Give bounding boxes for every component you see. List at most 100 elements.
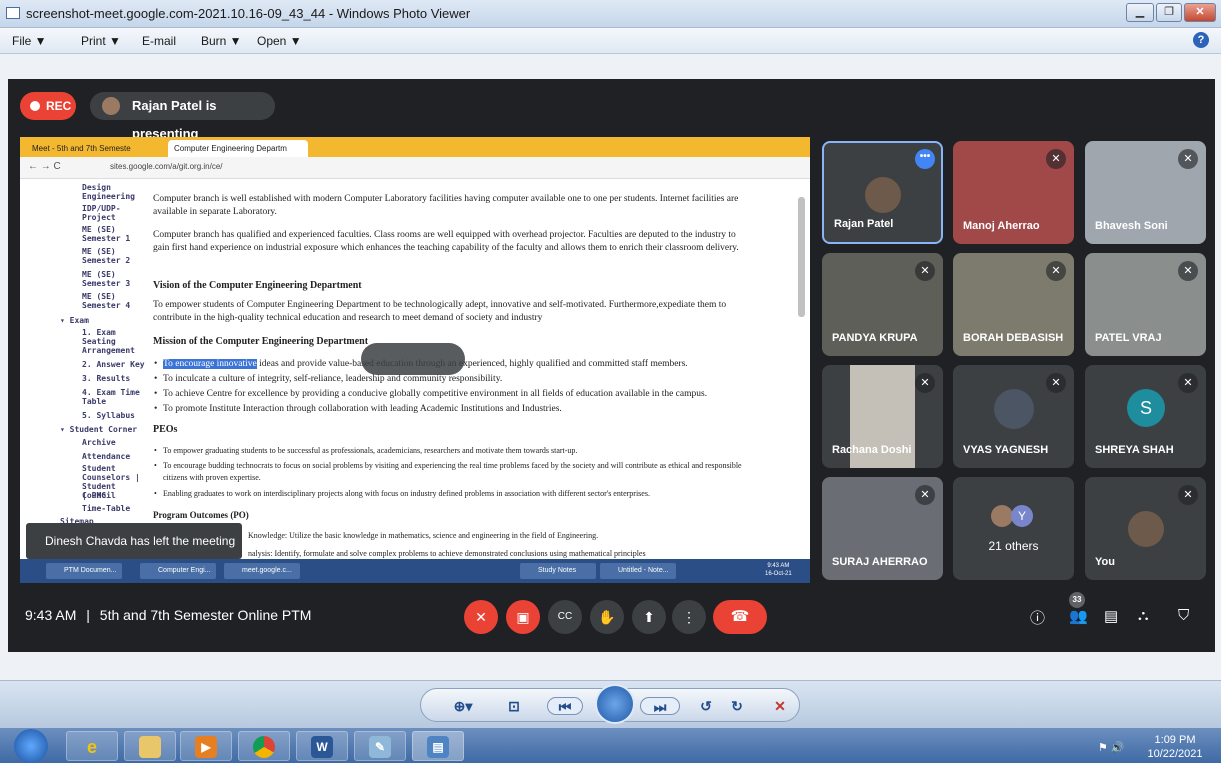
taskbar-media-player[interactable]: ▶ xyxy=(180,731,232,761)
list-item: Enabling graduates to work on interdisci… xyxy=(154,488,753,500)
presentation-overlay-controls[interactable] xyxy=(361,343,465,375)
sidebar-item[interactable]: Table xyxy=(82,397,106,406)
sidebar-item[interactable]: Seating xyxy=(82,337,116,346)
title-bar: screenshot-meet.google.com-2021.10.16-09… xyxy=(0,0,1221,28)
start-button[interactable] xyxy=(14,729,48,763)
sidebar-item[interactable]: Counselors | xyxy=(82,473,140,482)
sidebar-item[interactable]: Semester 1 xyxy=(82,234,130,243)
avatar xyxy=(991,505,1013,527)
participant-tile[interactable]: ••• Rajan Patel xyxy=(822,141,943,244)
sidebar-item[interactable]: Design xyxy=(82,183,111,192)
end-call-button[interactable]: ☎ xyxy=(713,600,767,634)
rotate-clockwise-icon[interactable]: ↻ xyxy=(727,697,747,715)
mic-off-icon: ✕ xyxy=(915,261,935,281)
more-options-icon[interactable]: ••• xyxy=(915,149,935,169)
more-options-icon[interactable]: ⋮ xyxy=(672,600,706,634)
taskbar-clock[interactable]: 1:09 PM 10/22/2021 xyxy=(1140,733,1210,761)
sidebar-item[interactable]: Arrangement xyxy=(82,346,135,355)
sidebar-item[interactable]: 3. Results xyxy=(82,374,130,383)
chat-icon[interactable]: ▤ xyxy=(1104,607,1118,625)
menu-email[interactable]: E-mail xyxy=(142,34,176,48)
menu-print[interactable]: Print ▼ xyxy=(81,34,121,48)
sidebar-item[interactable]: Student xyxy=(82,464,116,473)
participant-tile[interactable]: Y 21 others xyxy=(953,477,1074,580)
participant-tile[interactable]: ✕ BORAH DEBASISH xyxy=(953,253,1074,356)
sidebar-item[interactable]: IDP/UDP- xyxy=(82,204,121,213)
participant-tile[interactable]: ✕ Bhavesh Soni xyxy=(1085,141,1206,244)
participant-tile[interactable]: ✕ Manoj Aherrao xyxy=(953,141,1074,244)
sidebar-item[interactable]: | PMG xyxy=(82,491,106,500)
people-icon[interactable]: 👥 xyxy=(1069,607,1088,625)
zoom-icon[interactable]: ⊕▾ xyxy=(448,697,478,715)
menu-open[interactable]: Open ▼ xyxy=(257,34,302,48)
sidebar-item[interactable]: Time-Table xyxy=(82,504,130,513)
mic-off-icon[interactable]: ✕ xyxy=(464,600,498,634)
participant-tile[interactable]: ✕ SURAJ AHERRAO xyxy=(822,477,943,580)
next-button[interactable]: ⏭ xyxy=(640,697,680,715)
sidebar-item[interactable]: Engineering xyxy=(82,192,135,201)
minimize-button[interactable]: ▁ xyxy=(1126,3,1154,22)
sidebar-item[interactable]: Semester 2 xyxy=(82,256,130,265)
taskbar-explorer[interactable] xyxy=(124,731,176,761)
sidebar-item[interactable]: Semester 4 xyxy=(82,301,130,310)
host-controls-icon[interactable]: ⛉ xyxy=(1178,607,1189,624)
nav-arrows-icon[interactable]: ← → C xyxy=(28,161,61,172)
delete-icon[interactable]: ✕ xyxy=(768,697,792,715)
page-scrollbar[interactable] xyxy=(798,197,805,317)
help-icon[interactable]: ? xyxy=(1193,32,1209,48)
previous-button[interactable]: ⏮ xyxy=(547,697,583,715)
meeting-info-icon[interactable]: ⓘ xyxy=(1030,607,1045,628)
sidebar-item[interactable]: Attendance xyxy=(82,452,130,461)
actual-size-icon[interactable]: ⊡ xyxy=(503,697,525,715)
sidebar-item[interactable]: Semester 3 xyxy=(82,279,130,288)
taskbar-word[interactable]: W xyxy=(296,731,348,761)
sidebar-section-exam[interactable]: ▾ Exam xyxy=(60,316,89,325)
sidebar-item[interactable]: 4. Exam Time xyxy=(82,388,140,397)
participant-tile-self[interactable]: ✕ You xyxy=(1085,477,1206,580)
sidebar-item[interactable]: Project xyxy=(82,213,116,222)
participant-tile[interactable]: ✕ Rachana Doshi xyxy=(822,365,943,468)
close-button[interactable]: ✕ xyxy=(1184,3,1216,22)
sidebar-item[interactable]: 1. Exam xyxy=(82,328,116,337)
sidebar-item[interactable]: ME (SE) xyxy=(82,247,116,256)
participant-tile[interactable]: ✕ PANDYA KRUPA xyxy=(822,253,943,356)
participant-tile[interactable]: S ✕ SHREYA SHAH xyxy=(1085,365,1206,468)
captions-icon[interactable]: CC xyxy=(548,600,582,634)
photo-viewer-icon xyxy=(6,7,20,19)
sidebar-item[interactable]: ME (SE) xyxy=(82,270,116,279)
maximize-button[interactable]: ❐ xyxy=(1156,3,1182,22)
taskbar-ie[interactable]: e xyxy=(66,731,118,761)
sidebar-item[interactable]: ME (SE) xyxy=(82,292,116,301)
shared-taskbar-item: PTM Documen... xyxy=(46,563,122,579)
taskbar-chrome[interactable] xyxy=(238,731,290,761)
system-tray-icons[interactable]: ⚑ 🔊 xyxy=(1098,741,1125,754)
present-now-icon[interactable]: ⬆ xyxy=(632,600,666,634)
site-sidebar: Design Engineering IDP/UDP- Project ME (… xyxy=(20,179,145,559)
heading-peos: PEOs xyxy=(153,424,178,435)
meeting-details[interactable]: 9:43 AM | 5th and 7th Semester Online PT… xyxy=(25,607,311,623)
participant-name: Bhavesh Soni xyxy=(1095,220,1168,232)
participant-tile[interactable]: ✕ PATEL VRAJ xyxy=(1085,253,1206,356)
rotate-counterclockwise-icon[interactable]: ↺ xyxy=(696,697,716,715)
activities-icon[interactable]: ⛬ xyxy=(1138,607,1149,624)
sidebar-item[interactable]: 5. Syllabus xyxy=(82,411,135,420)
window-title: screenshot-meet.google.com-2021.10.16-09… xyxy=(26,6,471,21)
clock-time: 1:09 PM xyxy=(1154,734,1196,746)
participant-tile[interactable]: ✕ VYAS YAGNESH xyxy=(953,365,1074,468)
camera-off-icon[interactable]: ▣ xyxy=(506,600,540,634)
taskbar-paint[interactable]: ✎ xyxy=(354,731,406,761)
menu-burn[interactable]: Burn ▼ xyxy=(201,34,242,48)
participant-name: Manoj Aherrao xyxy=(963,220,1040,232)
tab-meet[interactable]: Meet - 5th and 7th Semeste xyxy=(26,140,166,157)
sidebar-item[interactable]: 2. Answer Key xyxy=(82,360,145,369)
list-item: To empower graduating students to be suc… xyxy=(154,445,753,457)
sidebar-item[interactable]: ME (SE) xyxy=(82,225,116,234)
url-field[interactable]: sites.google.com/a/git.org.in/ce/ xyxy=(110,162,223,171)
taskbar-photo-viewer[interactable]: ▤ xyxy=(412,731,464,761)
tab-computer-engineering[interactable]: Computer Engineering Departm xyxy=(168,140,308,157)
raise-hand-icon[interactable]: ✋ xyxy=(590,600,624,634)
sidebar-section-student-corner[interactable]: ▾ Student Corner xyxy=(60,425,137,434)
slideshow-button[interactable] xyxy=(595,684,635,724)
menu-file[interactable]: File ▼ xyxy=(12,34,47,48)
sidebar-item[interactable]: Archive xyxy=(82,438,116,447)
